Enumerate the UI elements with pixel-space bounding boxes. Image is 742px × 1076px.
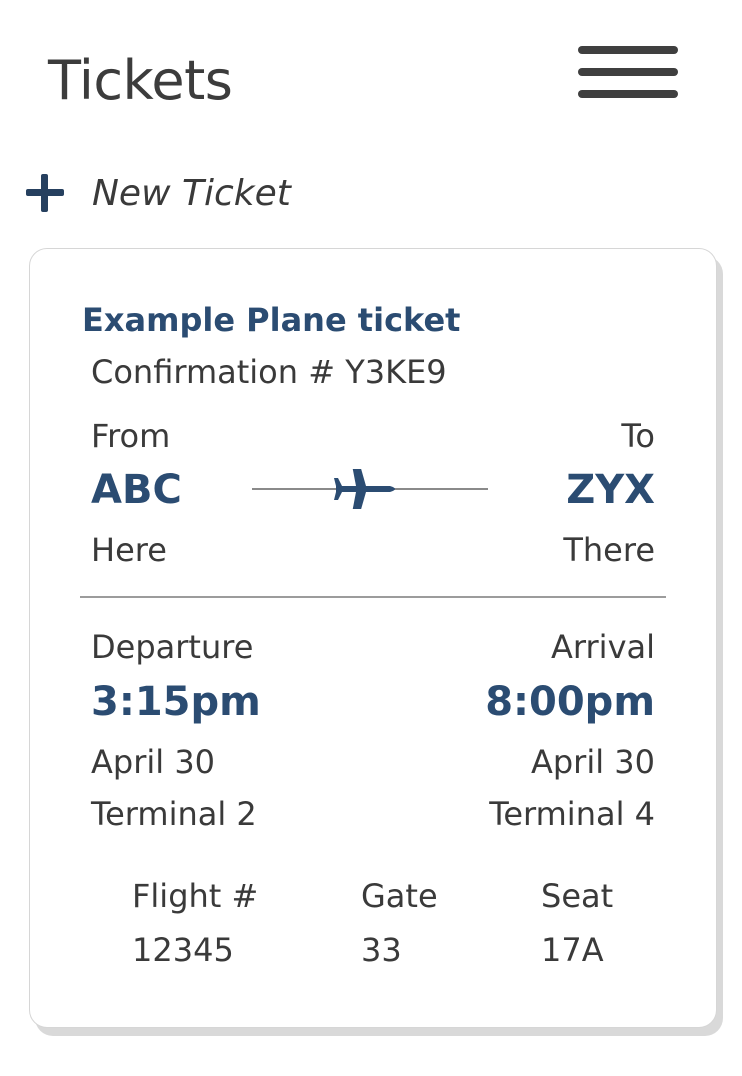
departure-terminal: Terminal 2	[91, 795, 257, 833]
confirmation-number: Confirmation # Y3KE9	[91, 353, 447, 391]
seat-label: Seat	[541, 877, 614, 915]
flight-number-label: Flight #	[132, 877, 259, 915]
divider	[80, 596, 666, 598]
to-label: To	[621, 417, 655, 455]
gate-value: 33	[361, 931, 402, 969]
seat-value: 17A	[541, 931, 604, 969]
hamburger-menu-icon[interactable]	[578, 46, 678, 100]
destination-code: ZYX	[566, 467, 655, 513]
ticket-title: Example Plane ticket	[82, 301, 461, 339]
ticket-card[interactable]: Example Plane ticket Confirmation # Y3KE…	[29, 248, 717, 1028]
arrival-label: Arrival	[551, 628, 655, 666]
arrival-terminal: Terminal 4	[489, 795, 655, 833]
departure-date: April 30	[91, 743, 216, 781]
airplane-icon	[252, 469, 488, 509]
menu-bar	[578, 90, 678, 98]
plus-icon	[26, 174, 64, 212]
origin-code: ABC	[91, 467, 182, 513]
origin-city: Here	[91, 531, 167, 569]
departure-time: 3:15pm	[91, 679, 261, 725]
arrival-time: 8:00pm	[485, 679, 655, 725]
departure-label: Departure	[91, 628, 254, 666]
new-ticket-button[interactable]: New Ticket	[26, 168, 291, 218]
gate-label: Gate	[361, 877, 438, 915]
page-title: Tickets	[48, 49, 233, 112]
menu-bar	[578, 46, 678, 54]
menu-bar	[578, 68, 678, 76]
new-ticket-label: New Ticket	[92, 172, 291, 214]
destination-city: There	[563, 531, 655, 569]
arrival-date: April 30	[530, 743, 655, 781]
from-label: From	[91, 417, 171, 455]
flight-number-value: 12345	[132, 931, 234, 969]
